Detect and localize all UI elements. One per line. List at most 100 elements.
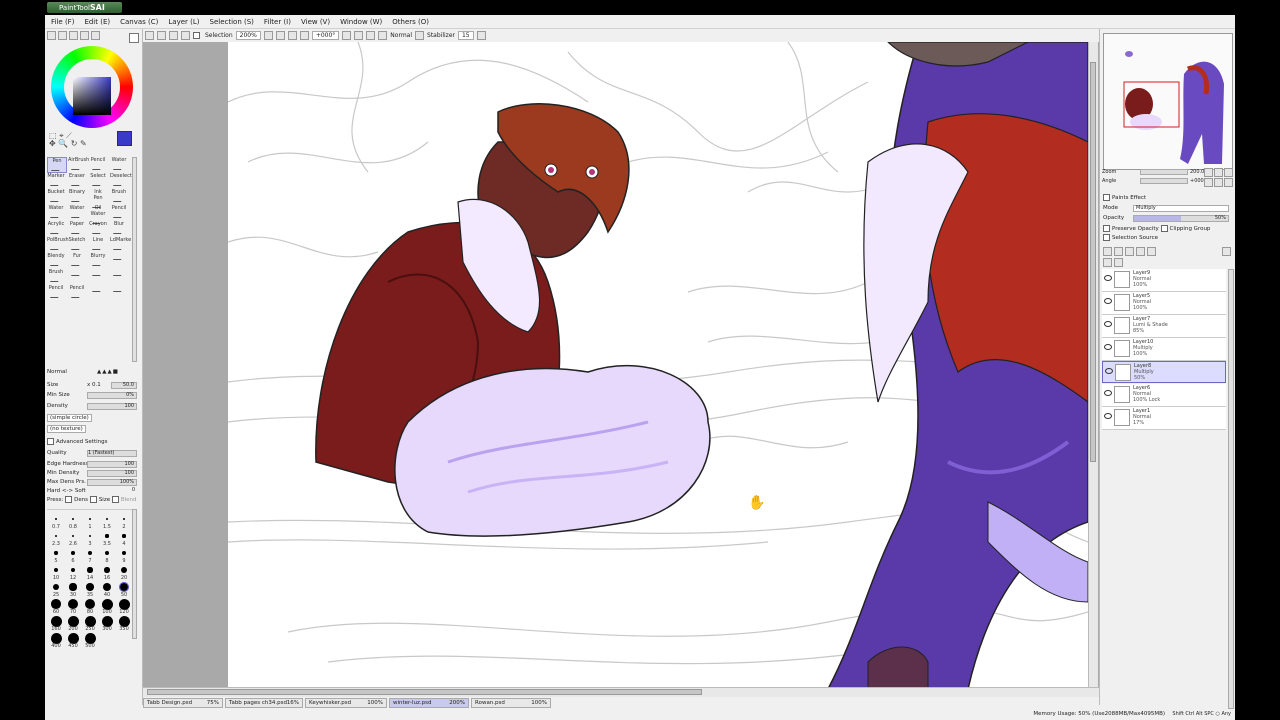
tool-cell[interactable]: Sketch [68, 237, 86, 251]
tool-cell[interactable]: Water [68, 205, 86, 219]
brush-size-dot[interactable] [67, 598, 79, 610]
edge-hardness-value[interactable]: 100 [87, 461, 137, 468]
tool-cell[interactable]: Deselect [110, 173, 132, 187]
eye-icon[interactable] [1104, 413, 1112, 419]
angle-field[interactable]: +000° [311, 31, 340, 40]
layer-row[interactable]: Layer7 Lumi & Shade 85% [1102, 315, 1226, 338]
tool-cell[interactable]: Acrylic [47, 221, 65, 235]
min-size-value[interactable]: 0% [87, 392, 137, 399]
stabilizer-dropdown[interactable] [476, 31, 486, 40]
tool-cell[interactable]: AirBrush [68, 157, 89, 171]
brush-size-dot[interactable] [87, 567, 93, 573]
tool-cell[interactable]: Oil Water [89, 205, 107, 224]
tool-cell[interactable]: PolBrush [47, 237, 69, 251]
new-linework-layer-button[interactable] [1114, 247, 1123, 256]
brush-size-dot[interactable] [53, 567, 59, 573]
brush-size-dot[interactable] [105, 534, 109, 538]
nav-zoom-slider[interactable] [1140, 169, 1188, 175]
brush-mode[interactable]: Normal [47, 369, 67, 375]
zoom-out-button[interactable] [263, 31, 273, 40]
tool-cell[interactable]: Select [89, 173, 107, 187]
brush-size-dot[interactable] [55, 518, 57, 520]
brush-size-dot[interactable] [54, 534, 58, 538]
canvas-viewport[interactable]: ✋ [143, 42, 1143, 689]
brush-size-dot[interactable] [88, 551, 92, 555]
layer-row[interactable]: Layer9 Normal 100% [1102, 269, 1226, 292]
tool-cell[interactable]: Blurry [89, 253, 107, 267]
blend-mode-select[interactable]: Multiply [1133, 205, 1229, 212]
primary-color-swatch[interactable] [117, 131, 132, 146]
layer-row[interactable]: Layer8 Multiply 50% [1102, 361, 1226, 383]
layer-row[interactable]: Layer6 Normal 100% Lock [1102, 384, 1226, 407]
brush-size-dot[interactable] [122, 517, 126, 521]
brush-size-dot[interactable] [71, 551, 75, 555]
stabilizer-field[interactable]: 15 [457, 31, 474, 40]
brush-size-dot[interactable] [71, 534, 75, 538]
canvas-vertical-scrollbar[interactable] [1088, 42, 1098, 689]
layer-row[interactable]: Layer10 Multiply 100% [1102, 338, 1226, 361]
layer-menu-button[interactable] [1222, 247, 1231, 256]
clipping-group-checkbox[interactable] [1160, 225, 1168, 232]
blend-mode-label[interactable]: Normal [390, 32, 412, 39]
min-density-value[interactable]: 100 [87, 470, 137, 477]
density-value[interactable]: 100 [87, 403, 137, 410]
tool-cell[interactable]: Line [89, 237, 107, 251]
rotate-left-button[interactable] [342, 31, 352, 40]
nav-angle-slider[interactable] [1140, 178, 1188, 184]
tool-cell[interactable]: Pencil [89, 157, 107, 171]
menu-view[interactable]: View (V) [301, 18, 330, 26]
brush-size-dot[interactable] [84, 632, 96, 644]
hsv-slider-tab[interactable] [69, 31, 78, 40]
blend-mode-button[interactable] [415, 31, 425, 40]
tool-cell[interactable]: Water [47, 205, 65, 219]
brush-size-dot[interactable] [52, 583, 60, 591]
menu-layer[interactable]: Layer (L) [168, 18, 199, 26]
zoom-in-button[interactable] [275, 31, 285, 40]
menu-others[interactable]: Others (O) [392, 18, 429, 26]
brush-size-dot[interactable] [50, 615, 62, 627]
brush-size-dot[interactable] [84, 598, 96, 610]
brush-size-dot[interactable] [103, 583, 111, 591]
delete-layer-button[interactable] [1114, 258, 1123, 267]
eye-icon[interactable] [1104, 298, 1112, 304]
brush-size-dot[interactable] [121, 550, 127, 556]
undo-button[interactable] [145, 31, 154, 40]
brush-size-dot[interactable] [84, 615, 96, 627]
tool-scrollbar[interactable] [132, 157, 137, 362]
hard-soft-value[interactable]: 0 [87, 488, 137, 495]
brush-size-scrollbar[interactable] [132, 509, 137, 639]
menu-filter[interactable]: Filter (I) [264, 18, 291, 26]
nav-zoom-out-button[interactable] [1204, 168, 1213, 177]
brush-size-dot[interactable] [101, 615, 113, 627]
tool-cell[interactable]: Crayon [89, 221, 107, 235]
brush-size-dot[interactable] [69, 583, 77, 591]
layer-row[interactable]: Layer1 Normal 17% [1102, 407, 1226, 430]
tool-cell[interactable] [110, 269, 128, 283]
brush-size-dot[interactable] [122, 534, 126, 538]
tool-cell[interactable]: Pencil [68, 285, 86, 299]
brush-size-dot[interactable] [70, 567, 76, 573]
nav-rotate-right-button[interactable] [1214, 178, 1223, 187]
new-folder-button[interactable] [1125, 247, 1134, 256]
brush-size-dot[interactable] [67, 632, 79, 644]
eye-icon[interactable] [1104, 390, 1112, 396]
document-tab[interactable]: Tabb Design.psd 75% [143, 698, 223, 708]
navigator-preview[interactable] [1103, 33, 1233, 170]
canvas[interactable]: ✋ [228, 42, 1088, 689]
brush-size-dot[interactable] [54, 551, 58, 555]
brush-size-dot[interactable] [121, 567, 127, 573]
layer-scrollbar[interactable] [1228, 269, 1234, 709]
eye-icon[interactable] [1104, 344, 1112, 350]
size-checkbox[interactable] [89, 496, 97, 503]
tool-cell[interactable]: Pencil [110, 205, 128, 219]
brush-size-dot[interactable] [104, 550, 110, 556]
tool-cell[interactable] [110, 285, 128, 299]
saturation-value-square[interactable] [73, 77, 111, 115]
tool-cell[interactable]: Marker [47, 173, 65, 187]
zoom-field[interactable]: 200% [235, 31, 261, 40]
tool-cell[interactable]: Blendy [47, 253, 65, 267]
advanced-toggle[interactable] [47, 438, 54, 445]
brush-size-dot[interactable] [50, 632, 62, 644]
brush-size-dot[interactable] [101, 598, 113, 610]
paints-effect-toggle[interactable] [1103, 194, 1110, 201]
